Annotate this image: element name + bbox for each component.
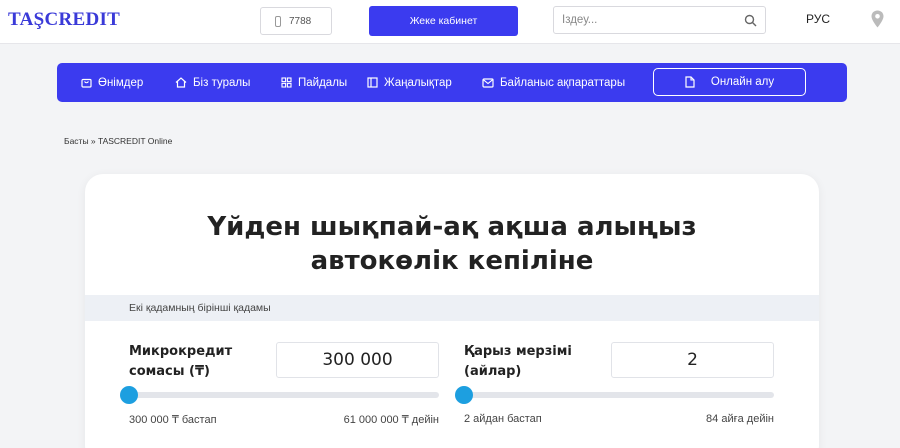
- amount-label: Микрокредит сомасы (₸): [129, 342, 232, 382]
- nav-item-label: Байланыс ақпараттары: [500, 76, 626, 89]
- search-icon[interactable]: [744, 14, 757, 27]
- amount-input[interactable]: 300 000: [276, 342, 439, 378]
- search-box: [553, 6, 766, 34]
- nav-item-label: Өнімдер: [98, 76, 144, 89]
- page-title: Үйден шықпай-ақ ақша алыңыз автокөлік ке…: [85, 210, 819, 278]
- site-header: TAŞCREDIT 7788 Жеке кабинет РУС: [0, 0, 900, 44]
- bag-icon: [81, 78, 92, 88]
- term-slider-handle[interactable]: [455, 386, 473, 404]
- nav-item-about[interactable]: Біз туралы: [175, 63, 250, 102]
- mail-icon: [482, 77, 494, 88]
- term-max-label: 84 айға дейін: [706, 413, 774, 425]
- location-pin-icon[interactable]: [871, 10, 884, 28]
- amount-min-label: 300 000 ₸ бастап: [129, 414, 217, 426]
- logo-text: TAŞCREDIT: [8, 9, 121, 30]
- breadcrumb: Басты » TASCREDIT Online: [64, 136, 173, 146]
- nav-item-contacts[interactable]: Байланыс ақпараттары: [482, 63, 625, 102]
- phone-number[interactable]: 7788: [260, 7, 332, 35]
- main-nav: Өнімдер Біз туралы Пайдалы Жаңалықтар Ба…: [57, 63, 847, 102]
- term-input[interactable]: 2: [611, 342, 774, 378]
- search-input[interactable]: [562, 14, 732, 26]
- document-icon: [685, 76, 695, 88]
- amount-slider-handle[interactable]: [120, 386, 138, 404]
- grid-icon: [281, 77, 292, 88]
- book-icon: [367, 77, 378, 88]
- amount-max-label: 61 000 000 ₸ дейін: [343, 414, 439, 426]
- term-label-line-2: (айлар): [464, 364, 522, 379]
- term-label: Қарыз мерзімі (айлар): [464, 342, 572, 382]
- phone-icon: [275, 15, 281, 27]
- logo[interactable]: TAŞCREDIT: [8, 6, 120, 34]
- online-apply-label: Онлайн алу: [710, 76, 775, 88]
- term-slider-track[interactable]: [464, 392, 774, 398]
- title-line-2: автокөлік кепіліне: [310, 246, 594, 276]
- nav-item-label: Біз туралы: [193, 76, 251, 89]
- nav-item-products[interactable]: Өнімдер: [81, 63, 143, 102]
- nav-item-useful[interactable]: Пайдалы: [281, 63, 347, 102]
- title-line-1: Үйден шықпай-ақ ақша алыңыз: [207, 212, 697, 242]
- nav-item-label: Жаңалықтар: [384, 76, 452, 89]
- phone-text: 7788: [289, 15, 312, 27]
- nav-item-news[interactable]: Жаңалықтар: [367, 63, 452, 102]
- personal-cabinet-button[interactable]: Жеке кабинет: [369, 6, 518, 36]
- home-icon: [175, 77, 187, 88]
- loan-calculator-card: Үйден шықпай-ақ ақша алыңыз автокөлік ке…: [85, 174, 819, 448]
- language-switch[interactable]: РУС: [806, 12, 830, 26]
- nav-item-label: Пайдалы: [298, 76, 348, 89]
- amount-slider-track[interactable]: [129, 392, 439, 398]
- online-apply-button[interactable]: Онлайн алу: [653, 68, 806, 96]
- step-indicator: Екі қадамның бірінші қадамы: [85, 295, 819, 321]
- amount-label-line-2: сомасы (₸): [129, 364, 210, 379]
- term-min-label: 2 айдан бастап: [464, 413, 542, 425]
- term-label-line-1: Қарыз мерзімі: [464, 344, 572, 359]
- amount-label-line-1: Микрокредит: [129, 344, 233, 359]
